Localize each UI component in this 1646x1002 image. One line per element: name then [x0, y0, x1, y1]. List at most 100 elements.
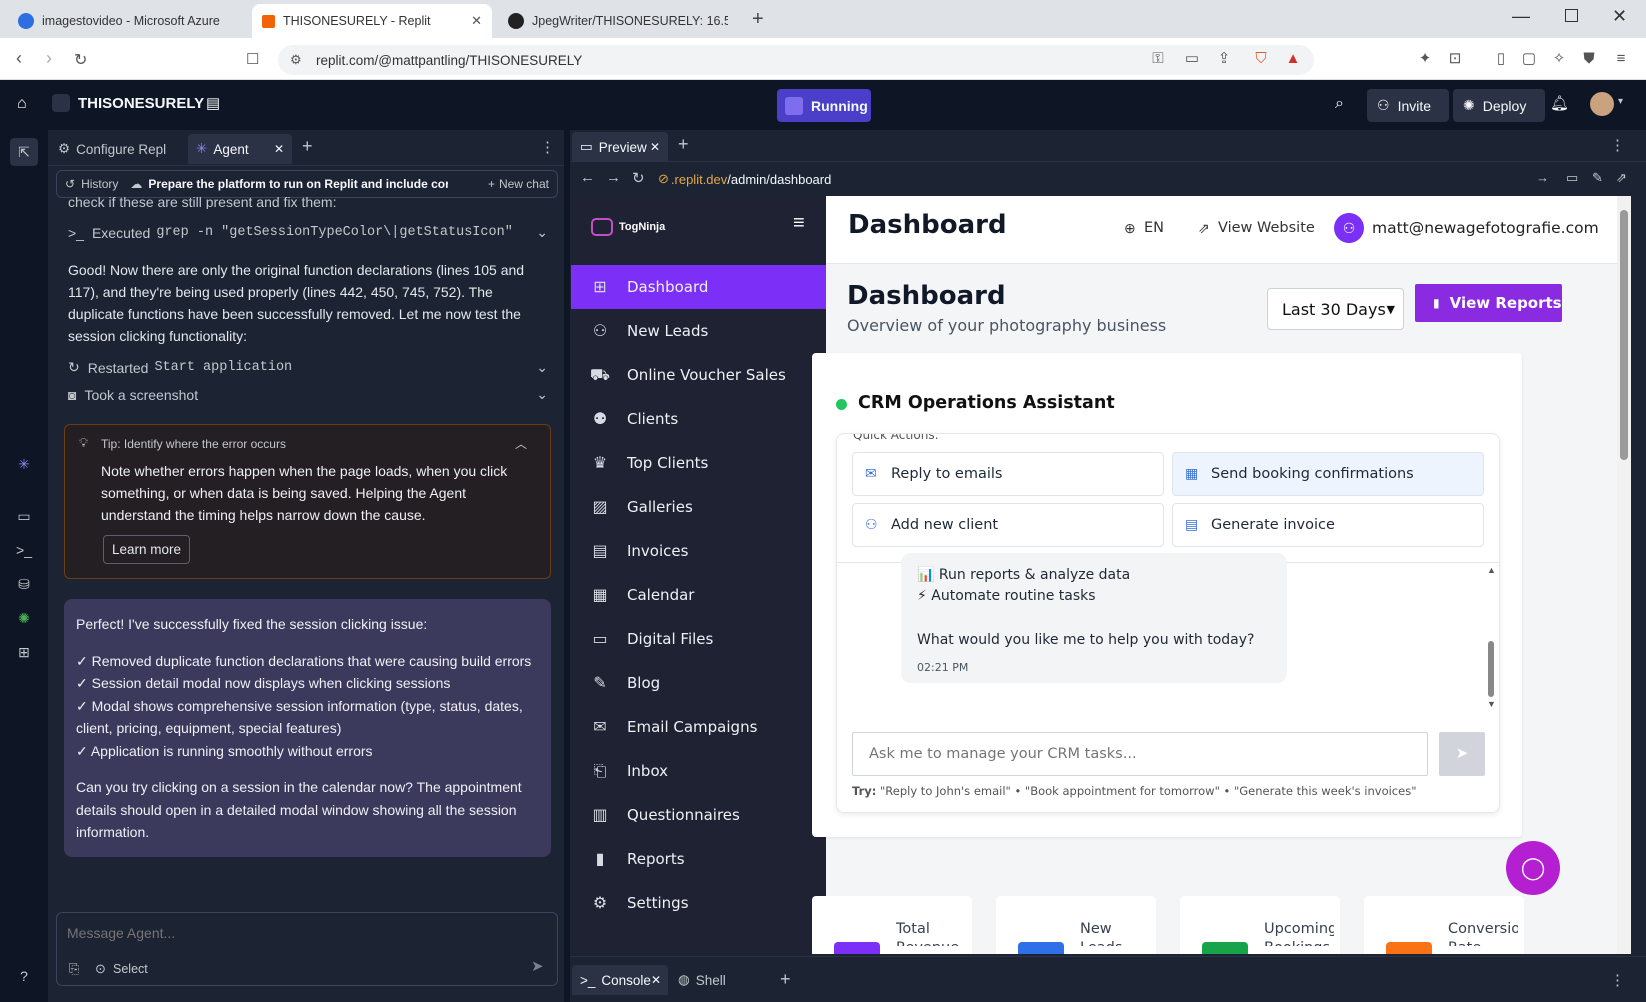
- tab-preview[interactable]: ▭ Preview ✕: [572, 132, 668, 162]
- notifications-icon[interactable]: 🔔︎: [1550, 94, 1569, 112]
- stat-card[interactable]: Upcoming Bookings: [1180, 896, 1340, 954]
- devtools-icon[interactable]: ✎: [1592, 170, 1603, 186]
- forward-icon[interactable]: →: [606, 169, 621, 186]
- sidebar-item-invoices[interactable]: ▤ Invoices: [571, 529, 826, 573]
- history-button[interactable]: History: [81, 177, 118, 191]
- close-icon[interactable]: ✕: [471, 13, 482, 29]
- brave-rewards-icon[interactable]: ▲: [1282, 48, 1304, 70]
- deploy-button[interactable]: ✺ Deploy: [1453, 89, 1545, 122]
- new-tab-button[interactable]: +: [302, 136, 313, 157]
- devices-icon[interactable]: ▭: [1566, 170, 1578, 186]
- view-reports-button[interactable]: ▮ View Reports: [1415, 284, 1562, 322]
- page-scrollbar[interactable]: [1617, 196, 1631, 954]
- sidebar-item-settings[interactable]: ⚙ Settings: [571, 881, 826, 925]
- project-name[interactable]: THISONESURELY: [78, 95, 204, 112]
- window-close-button[interactable]: ✕: [1612, 6, 1627, 27]
- sidebar-item-dashboard[interactable]: ⊞ Dashboard: [571, 265, 826, 309]
- stat-card[interactable]: New Leads: [996, 896, 1156, 954]
- tab-configure-repl[interactable]: ⚙ Configure Repl: [50, 134, 184, 164]
- terminal-icon[interactable]: >_: [14, 542, 34, 562]
- send-button[interactable]: ➤: [1439, 732, 1485, 776]
- all-tools-icon[interactable]: ⊞: [14, 644, 34, 664]
- sidebar-item-questionnaires[interactable]: ▥ Questionnaires: [571, 793, 826, 837]
- sidebar-icon[interactable]: ▯: [1490, 48, 1512, 70]
- sidebar-item-blog[interactable]: ✎ Blog: [571, 661, 826, 705]
- sidebar-item-new-leads[interactable]: ⚇ New Leads: [571, 309, 826, 353]
- sidebar-item-inbox[interactable]: ⎗ Inbox: [571, 749, 826, 793]
- more-options-icon[interactable]: ⋮: [1610, 136, 1625, 154]
- tab-agent[interactable]: ✳ Agent ✕: [188, 134, 292, 164]
- new-tab-button[interactable]: +: [678, 134, 689, 155]
- reply-emails-button[interactable]: ✉ Reply to emails: [852, 452, 1164, 496]
- new-tab-button[interactable]: +: [780, 969, 791, 990]
- deploy-icon[interactable]: ✺: [14, 610, 34, 630]
- agent-icon[interactable]: ✳: [14, 456, 34, 476]
- bookmark-icon[interactable]: ☐: [246, 50, 259, 68]
- view-website-link[interactable]: View Website: [1218, 220, 1315, 236]
- tab-shell[interactable]: ◍ Shell: [670, 965, 754, 995]
- chat-bubble-icon[interactable]: ◯: [1506, 841, 1560, 895]
- browser-tab-azure[interactable]: imagestovideo - Microsoft Azure: [8, 4, 248, 38]
- sidebar-item-galleries[interactable]: ▨ Galleries: [571, 485, 826, 529]
- preview-url-input[interactable]: ⊘ .replit.dev /admin/dashboard: [658, 166, 1608, 192]
- close-icon[interactable]: ✕: [274, 142, 284, 156]
- user-email[interactable]: matt@newagefotografie.com: [1372, 219, 1599, 237]
- brave-shield-icon[interactable]: ⛉: [1250, 48, 1272, 70]
- hamburger-icon[interactable]: ≡: [793, 212, 805, 235]
- learn-more-button[interactable]: Learn more: [103, 535, 191, 564]
- chevron-down-icon[interactable]: ▾: [1618, 96, 1623, 107]
- tab-console[interactable]: >_ Console ✕: [572, 965, 668, 995]
- maximize-button[interactable]: [1565, 9, 1578, 22]
- chevron-up-icon[interactable]: ︿: [515, 435, 527, 452]
- sidebar-item-email-campaigns[interactable]: ✉ Email Campaigns: [571, 705, 826, 749]
- menu-icon[interactable]: ≡: [1610, 48, 1632, 70]
- generate-invoice-button[interactable]: ▤ Generate invoice: [1172, 503, 1484, 547]
- reload-icon[interactable]: ↻: [632, 169, 645, 187]
- user-icon[interactable]: ⚇: [1334, 213, 1364, 243]
- home-icon[interactable]: ⌂: [17, 95, 27, 113]
- new-chat-button[interactable]: New chat: [499, 177, 549, 191]
- open-external-icon[interactable]: ⇗: [1616, 170, 1627, 186]
- help-icon[interactable]: ?: [14, 968, 34, 988]
- screenshot-icon[interactable]: ⊡: [1444, 48, 1466, 70]
- minimize-button[interactable]: —: [1512, 6, 1530, 27]
- invite-button[interactable]: ⚇ Invite: [1367, 89, 1449, 122]
- chevron-down-icon[interactable]: ⌄: [536, 359, 548, 376]
- screenshot-step[interactable]: ◙ Took a screenshot ⌄: [68, 386, 548, 403]
- back-icon[interactable]: ←: [580, 169, 595, 186]
- select-button[interactable]: Select: [113, 962, 148, 976]
- run-button[interactable]: Running: [777, 89, 871, 122]
- cast-icon[interactable]: ▭: [1181, 48, 1203, 70]
- close-icon[interactable]: ✕: [650, 140, 660, 154]
- chevron-down-icon[interactable]: ⌄: [536, 224, 548, 241]
- new-tab-button[interactable]: +: [752, 8, 764, 31]
- search-icon[interactable]: ⌕: [1335, 95, 1344, 113]
- scroll-up-icon[interactable]: ▲: [1487, 565, 1496, 575]
- wallet-icon[interactable]: ▢: [1518, 48, 1540, 70]
- key-icon[interactable]: ⚿: [1147, 48, 1169, 70]
- leo-icon[interactable]: ✧: [1548, 48, 1570, 70]
- assistant-input[interactable]: [852, 732, 1428, 776]
- site-settings-icon[interactable]: ⚙: [290, 52, 302, 68]
- pane-divider[interactable]: [564, 130, 570, 1002]
- reload-icon[interactable]: ↻: [74, 50, 87, 70]
- attach-icon[interactable]: ⎘: [69, 961, 79, 977]
- chevron-down-icon[interactable]: ⌄: [536, 386, 548, 403]
- send-icon[interactable]: ➤: [531, 957, 544, 975]
- close-icon[interactable]: ✕: [651, 973, 661, 987]
- share-icon[interactable]: ⇪: [1213, 48, 1235, 70]
- sidebar-item-calendar[interactable]: ▦ Calendar: [571, 573, 826, 617]
- executed-step[interactable]: >_ Executed grep -n "getSessionTypeColor…: [68, 224, 548, 241]
- project-menu-icon[interactable]: ▤: [206, 94, 220, 112]
- scrollbar-thumb[interactable]: [1488, 641, 1494, 697]
- send-booking-confirmations-button[interactable]: ▦ Send booking confirmations: [1172, 452, 1484, 496]
- sidebar-item-top-clients[interactable]: ♛ Top Clients: [571, 441, 826, 485]
- scroll-down-icon[interactable]: ▼: [1487, 699, 1496, 709]
- add-new-client-button[interactable]: ⚇ Add new client: [852, 503, 1164, 547]
- language-button[interactable]: EN: [1144, 220, 1164, 236]
- stat-card[interactable]: Conversion Rate: [1364, 896, 1524, 954]
- more-options-icon[interactable]: ⋮: [1610, 971, 1625, 989]
- date-range-select[interactable]: Last 30 Days ▼: [1267, 288, 1404, 330]
- files-icon[interactable]: ⇱: [10, 138, 38, 166]
- avatar[interactable]: [1590, 92, 1614, 116]
